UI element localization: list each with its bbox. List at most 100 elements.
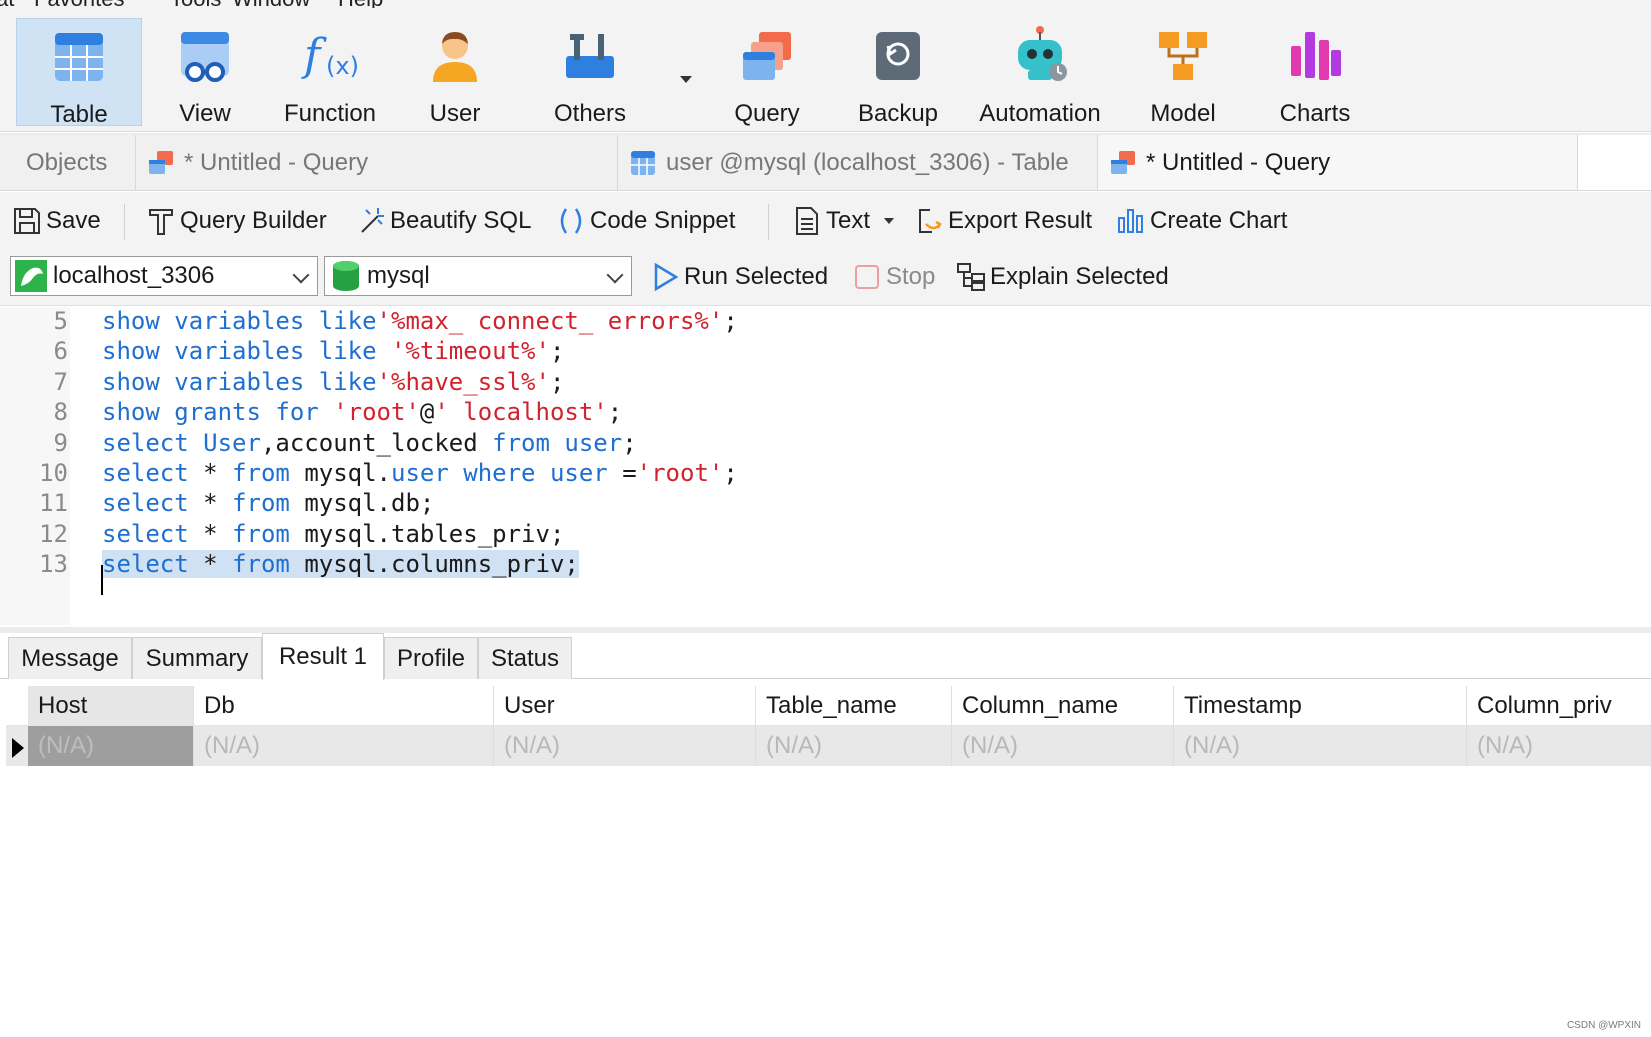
code-token: mysql.columns_priv; [304, 550, 579, 579]
table-button[interactable]: Table [16, 18, 142, 128]
column-header-table-name[interactable]: Table_name [756, 686, 952, 726]
grid-cell[interactable]: (N/A) [494, 726, 756, 766]
beautify-sql-button[interactable]: Beautify SQL [356, 202, 531, 240]
text-mode-button[interactable]: Text [792, 202, 895, 240]
menu-item-window[interactable]: Window [232, 0, 310, 8]
menu-item-tools[interactable]: Tools [170, 0, 221, 8]
tab-objects[interactable]: Objects [0, 135, 136, 190]
line-number: 10 [39, 459, 68, 487]
column-header-timestamp[interactable]: Timestamp [1174, 686, 1467, 726]
code-token: ' localhost' [434, 398, 608, 427]
code-token: '%max_ connect_ errors%' [376, 307, 724, 335]
query-button[interactable]: Query [722, 18, 812, 127]
grid-cell[interactable]: (N/A) [1467, 726, 1651, 766]
beautify-sql-label: Beautify SQL [390, 207, 532, 234]
model-button[interactable]: Model [1138, 18, 1228, 127]
view-button[interactable]: View [160, 18, 250, 127]
table-icon [628, 148, 658, 178]
text-caret [101, 565, 103, 595]
column-header-db[interactable]: Db [194, 686, 494, 726]
sql-editor[interactable]: 5 show variables like'%max_ connect_ erro… [0, 307, 1651, 627]
query-builder-icon [146, 206, 176, 236]
tab-bar-empty-area [1578, 135, 1651, 190]
code-line[interactable]: select * from mysql.user where user ='ro… [102, 459, 738, 487]
menu-item[interactable]: at [0, 0, 14, 8]
explain-selected-button[interactable]: Explain Selected [956, 258, 1169, 296]
save-button[interactable]: Save [12, 202, 101, 240]
svg-text:(x): (x) [326, 52, 359, 80]
tab-status[interactable]: Status [478, 637, 572, 679]
grid-cell[interactable]: (N/A) [756, 726, 952, 766]
create-chart-button[interactable]: Create Chart [1116, 202, 1287, 240]
column-header-column-name[interactable]: Column_name [952, 686, 1174, 726]
table-label: Table [50, 101, 108, 128]
tab-user-table[interactable]: user @mysql (localhost_3306) - Table [618, 135, 1098, 190]
code-line[interactable]: select User,account_locked from user; [102, 429, 637, 457]
charts-button[interactable]: Charts [1265, 18, 1365, 127]
line-number: 13 [39, 550, 68, 579]
query-toolbar: Save Query Builder Beautify SQL Code Sni… [0, 192, 1651, 250]
grid-cell[interactable]: (N/A) [28, 726, 194, 766]
others-dropdown-icon[interactable] [680, 76, 692, 83]
code-line[interactable]: select * from mysql.db; [102, 489, 434, 517]
column-header-column-priv[interactable]: Column_priv [1467, 686, 1651, 726]
tab-label: * Untitled - Query [1146, 148, 1331, 176]
svg-text:f: f [301, 30, 327, 81]
code-line[interactable]: show grants for 'root'@' localhost'; [102, 398, 622, 426]
magic-wand-icon [356, 206, 386, 236]
line-number: 12 [39, 519, 68, 548]
tab-summary[interactable]: Summary [132, 637, 262, 679]
tab-result-1[interactable]: Result 1 [262, 633, 384, 680]
function-label: Function [283, 100, 377, 127]
table-row[interactable]: (N/A) (N/A) (N/A) (N/A) (N/A) (N/A) (N/A… [6, 726, 1651, 766]
code-line[interactable]: show variables like '%timeout%'; [102, 337, 564, 365]
column-header-user[interactable]: User [494, 686, 756, 726]
menu-item-help[interactable]: Help [338, 0, 383, 8]
code-token: select [102, 489, 204, 518]
code-line[interactable]: show variables like'%have_ssl%'; [102, 368, 564, 396]
line-number: 9 [53, 428, 68, 457]
stop-label: Stop [886, 263, 936, 290]
code-token: 'root' [636, 459, 724, 487]
code-token: from [232, 550, 305, 579]
code-line[interactable]: show variables like'%max_ connect_ error… [102, 307, 738, 335]
code-token: mysql.tables_priv; [304, 519, 565, 548]
automation-button[interactable]: Automation [970, 18, 1110, 127]
tab-message[interactable]: Message [8, 637, 132, 679]
code-token: select [102, 550, 204, 579]
tab-profile[interactable]: Profile [384, 637, 478, 679]
toolbar-divider [768, 204, 769, 240]
grid-cell[interactable]: (N/A) [1174, 726, 1467, 766]
chart-icon [1116, 206, 1146, 236]
others-button[interactable]: Others [540, 18, 640, 127]
tab-untitled-query-1[interactable]: * Untitled - Query [136, 135, 618, 190]
line-number: 7 [53, 367, 68, 396]
backup-button[interactable]: Backup [848, 18, 948, 127]
function-button[interactable]: f (x) Function [272, 18, 388, 127]
result-tab-bar: Message Summary Result 1 Profile Status [0, 633, 1651, 680]
query-builder-button[interactable]: Query Builder [146, 202, 327, 240]
user-button[interactable]: User [414, 18, 496, 127]
connection-select[interactable]: localhost_3306 [10, 256, 318, 296]
backup-label: Backup [857, 100, 939, 127]
stop-button[interactable]: Stop [852, 258, 935, 296]
code-line[interactable]: select * from mysql.tables_priv; [102, 520, 564, 548]
text-mode-label: Text [826, 207, 871, 234]
menu-item-favorites[interactable]: Favorites [34, 0, 124, 8]
run-selected-button[interactable]: Run Selected [650, 258, 828, 296]
export-result-button[interactable]: Export Result [914, 202, 1092, 240]
database-value: mysql [367, 262, 430, 289]
grid-cell[interactable]: (N/A) [952, 726, 1174, 766]
chevron-down-icon [884, 218, 895, 224]
code-token: 'root' [333, 398, 420, 427]
result-grid[interactable]: Host Db User Table_name Column_name Time… [6, 686, 1651, 1031]
query-label: Query [734, 100, 800, 127]
watermark: CSDN @WPXIN [1566, 1020, 1641, 1031]
grid-cell[interactable]: (N/A) [194, 726, 494, 766]
tab-untitled-query-2[interactable]: * Untitled - Query [1098, 135, 1578, 190]
chevron-down-icon [606, 266, 624, 284]
column-header-host[interactable]: Host [28, 686, 194, 726]
database-select[interactable]: mysql [324, 256, 632, 296]
code-line[interactable]: select * from mysql.columns_priv; [102, 550, 579, 579]
code-snippet-button[interactable]: Code Snippet [556, 202, 735, 240]
